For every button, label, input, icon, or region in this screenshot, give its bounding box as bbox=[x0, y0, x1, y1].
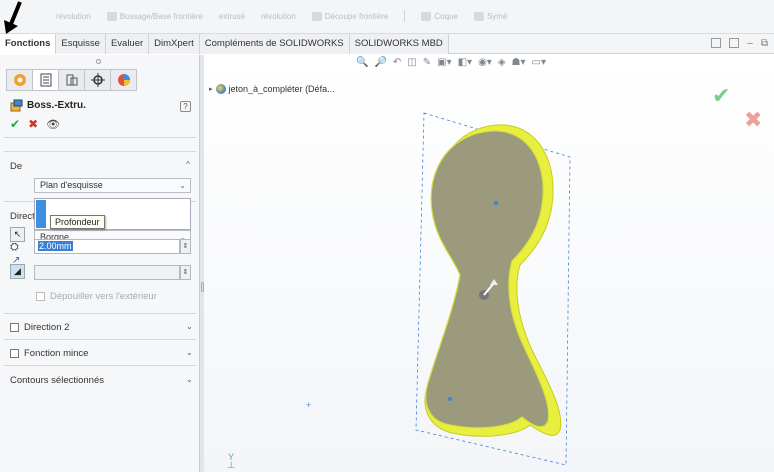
tab-fonctions[interactable]: Fonctions bbox=[0, 34, 57, 54]
restore-icon[interactable] bbox=[711, 38, 722, 48]
extrude-boss-icon bbox=[10, 99, 23, 112]
appearance-icon bbox=[117, 74, 130, 86]
view-settings-icon[interactable]: ▭▾ bbox=[532, 57, 546, 68]
ribbon-item-shell[interactable]: Coque bbox=[421, 10, 458, 22]
heads-up-view-toolbar: 🔍 🔎 ↶ ◫ ✎ ▣▾ ◧▾ ◉▾ ◈ ☗▾ ▭▾ bbox=[356, 57, 546, 68]
feature-manager-tab[interactable] bbox=[6, 69, 33, 91]
display-style-icon[interactable]: ◧▾ bbox=[458, 57, 472, 68]
ribbon-item-boundary-boss[interactable]: Bossage/Base frontière bbox=[106, 10, 203, 22]
expand-thin-feature-icon[interactable]: ⌄ bbox=[186, 348, 193, 357]
ribbon-item-revolve-cut[interactable]: révolution bbox=[261, 10, 296, 22]
draft-spinner[interactable]: ⇕ bbox=[180, 265, 191, 280]
divider bbox=[4, 151, 196, 152]
dynamic-annotation-icon[interactable]: ✎ bbox=[423, 57, 431, 68]
panel-grip-dot[interactable] bbox=[96, 59, 101, 64]
confirm-ok-icon[interactable]: ✔ bbox=[712, 83, 730, 109]
preview-eye-icon[interactable]: 👁 bbox=[46, 118, 60, 131]
display-manager-tab[interactable] bbox=[110, 69, 137, 91]
configuration-icon bbox=[66, 74, 77, 86]
selected-contours-label: Contours sélectionnés bbox=[10, 375, 104, 386]
ribbon-commands: révolution Bossage/Base frontière extrus… bbox=[56, 10, 507, 22]
ribbon-item-revolution[interactable]: révolution bbox=[56, 10, 91, 22]
tab-esquisse[interactable]: Esquisse bbox=[56, 34, 106, 54]
tab-evaluer[interactable]: Evaluer bbox=[105, 34, 150, 54]
ribbon-item-mirror[interactable]: Symé bbox=[473, 10, 507, 22]
feature-title-text: Boss.-Extru. bbox=[27, 100, 86, 111]
dimxpert-manager-tab[interactable] bbox=[84, 69, 111, 91]
feature-tree-icon bbox=[13, 74, 26, 86]
confirm-cancel-icon[interactable]: ✖ bbox=[744, 107, 762, 133]
edit-appearance-icon[interactable]: ◈ bbox=[498, 57, 506, 68]
collapse-de-icon[interactable]: ^ bbox=[186, 160, 190, 169]
divider bbox=[4, 339, 196, 340]
zoom-to-fit-icon[interactable]: 🔍 bbox=[356, 57, 368, 68]
expand-direction2-icon[interactable]: ⌄ bbox=[186, 322, 193, 331]
ribbon-item-boundary-cut[interactable]: Découpe frontière bbox=[311, 10, 388, 22]
shell-icon bbox=[421, 11, 432, 21]
de-start-condition-select[interactable]: Plan d'esquisse ⌄ bbox=[34, 178, 191, 193]
property-manager-tab[interactable] bbox=[32, 69, 59, 91]
cancel-icon[interactable]: ✖ bbox=[28, 117, 38, 131]
property-manager-panel: Boss.-Extru. ? ✔ ✖ 👁 De ^ Plan d'esquiss… bbox=[0, 55, 200, 472]
direction2-row[interactable]: Direction 2 bbox=[10, 322, 69, 333]
draft-icon[interactable]: ◢ bbox=[10, 264, 25, 279]
arrow-pointer-icon bbox=[4, 1, 22, 34]
depth-input[interactable]: 2.00mm bbox=[34, 239, 180, 254]
axis-triad-icon: Y ┴ bbox=[228, 452, 235, 472]
help-icon[interactable]: ? bbox=[180, 101, 191, 112]
window-controls: – ⧉ bbox=[711, 38, 768, 49]
depth-spinner[interactable]: ⇕ bbox=[180, 239, 191, 254]
thin-feature-row[interactable]: Fonction mince bbox=[10, 348, 88, 359]
tab-complements[interactable]: Compléments de SOLIDWORKS bbox=[199, 34, 350, 54]
boundary-cut-icon bbox=[311, 11, 322, 21]
flyout-tree-node[interactable]: ▸ jeton_à_compléter (Défa... bbox=[209, 84, 335, 94]
ribbon-toolbar: révolution Bossage/Base frontière extrus… bbox=[0, 0, 774, 34]
thin-feature-checkbox[interactable] bbox=[10, 349, 19, 358]
maximize-icon[interactable]: ⧉ bbox=[761, 38, 768, 49]
zoom-to-area-icon[interactable]: 🔎 bbox=[374, 57, 386, 68]
panel-icon-tabs bbox=[6, 69, 137, 91]
ok-icon[interactable]: ✔ bbox=[10, 117, 20, 131]
divider bbox=[4, 137, 196, 138]
feature-title: Boss.-Extru. bbox=[10, 99, 86, 112]
section-view-icon[interactable]: ◫ bbox=[407, 57, 416, 68]
tab-mbd[interactable]: SOLIDWORKS MBD bbox=[349, 34, 449, 54]
ribbon-item-extruded-cut[interactable]: extrusé bbox=[219, 10, 245, 22]
section-de-label: De bbox=[10, 161, 23, 172]
origin-marker-icon: + bbox=[306, 400, 312, 410]
view-orientation-icon[interactable]: ▣▾ bbox=[437, 57, 451, 68]
hide-show-items-icon[interactable]: ◉▾ bbox=[478, 57, 492, 68]
minimize-icon[interactable]: – bbox=[747, 38, 753, 49]
depth-icon: ⛭ bbox=[10, 241, 19, 253]
mirror-icon bbox=[473, 11, 484, 21]
previous-view-icon[interactable]: ↶ bbox=[393, 57, 401, 68]
tab-dimxpert[interactable]: DimXpert bbox=[149, 34, 200, 54]
draft-angle-input[interactable] bbox=[34, 265, 180, 280]
draft-outward-checkbox-row[interactable]: Dépouiller vers l'extérieur bbox=[36, 291, 157, 302]
selection-focus-bar bbox=[36, 200, 46, 228]
chevron-down-icon: ⌄ bbox=[179, 181, 186, 190]
divider bbox=[4, 365, 196, 366]
ribbon-separator bbox=[404, 10, 406, 22]
panel-actions: ✔ ✖ 👁 bbox=[10, 117, 60, 131]
draft-outward-checkbox[interactable] bbox=[36, 292, 45, 301]
part-icon bbox=[215, 84, 226, 94]
divider bbox=[4, 313, 196, 314]
extruded-part-preview bbox=[415, 112, 571, 465]
reverse-direction-icon[interactable]: ↖ bbox=[10, 227, 25, 242]
direction2-checkbox[interactable] bbox=[10, 323, 19, 332]
configuration-manager-tab[interactable] bbox=[58, 69, 85, 91]
depth-tooltip: Profondeur bbox=[50, 215, 105, 229]
command-manager-tabs: Fonctions Esquisse Evaluer DimXpert Comp… bbox=[0, 34, 774, 54]
expand-arrow-icon: ▸ bbox=[209, 86, 213, 93]
crosshair-icon bbox=[90, 73, 105, 87]
scene-icon[interactable]: ☗▾ bbox=[512, 57, 526, 68]
tile-icon[interactable] bbox=[729, 38, 740, 48]
boundary-boss-icon bbox=[106, 11, 117, 21]
expand-selected-contours-icon[interactable]: ⌄ bbox=[186, 375, 193, 384]
property-list-icon bbox=[40, 73, 51, 87]
